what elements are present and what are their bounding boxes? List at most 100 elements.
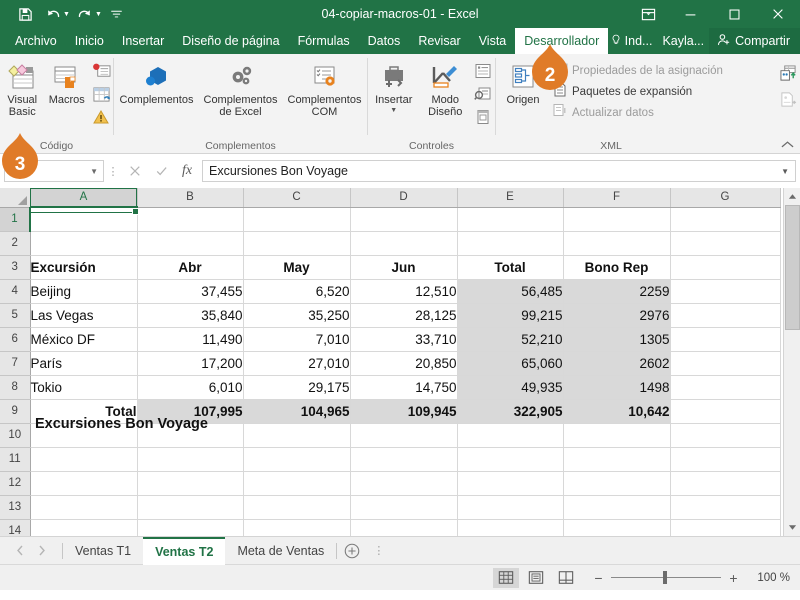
column-header-a[interactable]: A [30, 188, 138, 208]
cell-G9[interactable] [670, 399, 781, 424]
cell-G12[interactable] [670, 471, 781, 496]
insert-function-icon[interactable]: fx [174, 160, 200, 182]
cell-F12[interactable] [563, 471, 671, 496]
account-name[interactable]: Kayla... [657, 28, 709, 54]
cell-C7[interactable]: 27,010 [243, 351, 351, 376]
row-header-6[interactable]: 6 [0, 327, 31, 352]
cell-E4[interactable]: 56,485 [457, 279, 564, 304]
sheet-tab-ventas-t1[interactable]: Ventas T1 [63, 537, 144, 564]
tab-archivo[interactable]: Archivo [6, 28, 66, 54]
cell-B5[interactable]: 35,840 [137, 303, 244, 328]
cell-G10[interactable] [670, 423, 781, 448]
cell-B6[interactable]: 11,490 [137, 327, 244, 352]
vertical-scrollbar[interactable] [783, 188, 800, 536]
collapse-ribbon-icon[interactable] [781, 140, 794, 152]
cell-B4[interactable]: 37,455 [137, 279, 244, 304]
insertar-dropdown-icon[interactable]: ▼ [390, 107, 397, 114]
cell-D9[interactable]: 109,945 [350, 399, 458, 424]
cell-G3[interactable] [670, 255, 781, 280]
grabar-macro-icon[interactable] [89, 60, 113, 82]
complementos-button[interactable]: Complementos [115, 58, 199, 107]
column-header-f[interactable]: F [563, 188, 671, 208]
column-header-d[interactable]: D [350, 188, 458, 208]
cell-E6[interactable]: 52,210 [457, 327, 564, 352]
cell-F11[interactable] [563, 447, 671, 472]
referencias-relativas-icon[interactable] [89, 83, 113, 105]
cell-E9[interactable]: 322,905 [457, 399, 564, 424]
propiedades-icon[interactable] [471, 60, 495, 82]
tab-inicio[interactable]: Inicio [66, 28, 113, 54]
propiedades-asignacion-row[interactable]: Propiedades de la asignación [550, 60, 776, 81]
cell-G4[interactable] [670, 279, 781, 304]
cell-C3[interactable]: May [243, 255, 351, 280]
cell-D7[interactable]: 20,850 [350, 351, 458, 376]
row-header-3[interactable]: 3 [0, 255, 31, 280]
cell-F14[interactable] [563, 519, 671, 536]
cell-B7[interactable]: 17,200 [137, 351, 244, 376]
row-header-8[interactable]: 8 [0, 375, 31, 400]
row-header-5[interactable]: 5 [0, 303, 31, 328]
zoom-level-label[interactable]: 100 % [746, 572, 790, 584]
insertar-control-button[interactable]: Insertar ▼ [368, 58, 420, 114]
tab-insertar[interactable]: Insertar [113, 28, 173, 54]
cell-G6[interactable] [670, 327, 781, 352]
cell-A1[interactable] [30, 207, 138, 232]
cell-D2[interactable] [350, 231, 458, 256]
cell-A3[interactable]: Excursión [30, 255, 138, 280]
cell-C14[interactable] [243, 519, 351, 536]
tab-formulas[interactable]: Fórmulas [289, 28, 359, 54]
cell-C5[interactable]: 35,250 [243, 303, 351, 328]
cell-B14[interactable] [137, 519, 244, 536]
prev-sheet-icon[interactable] [10, 540, 30, 562]
cell-A11[interactable] [30, 447, 138, 472]
cell-G8[interactable] [670, 375, 781, 400]
ver-codigo-icon[interactable] [471, 83, 495, 105]
cell-E8[interactable]: 49,935 [457, 375, 564, 400]
complementos-com-button[interactable]: Complementos COM [283, 58, 367, 118]
cell-D14[interactable] [350, 519, 458, 536]
column-header-c[interactable]: C [243, 188, 351, 208]
sheet-tab-ventas-t2[interactable]: Ventas T2 [143, 536, 226, 565]
cell-G14[interactable] [670, 519, 781, 536]
formula-bar-expand-icon[interactable]: ▼ [781, 167, 789, 176]
page-break-view-icon[interactable] [553, 568, 579, 588]
minimize-icon[interactable] [668, 0, 712, 28]
sheet-bar-grip[interactable]: ⋮ [367, 544, 390, 557]
accept-icon[interactable] [148, 160, 174, 182]
cell-A13[interactable] [30, 495, 138, 520]
cell-G1[interactable] [670, 207, 781, 232]
zoom-out-button[interactable]: − [593, 570, 604, 586]
cell-B3[interactable]: Abr [137, 255, 244, 280]
name-box-dropdown-icon[interactable]: ▼ [90, 167, 101, 176]
undo-dropdown-icon[interactable]: ▼ [63, 11, 70, 18]
cell-B1[interactable] [137, 207, 244, 232]
cell-D13[interactable] [350, 495, 458, 520]
customize-qat-icon[interactable] [104, 2, 130, 26]
cell-F3[interactable]: Bono Rep [563, 255, 671, 280]
ejecutar-cuadro-dialogo-icon[interactable] [471, 106, 495, 128]
cell-G13[interactable] [670, 495, 781, 520]
cell-A4[interactable]: Beijing [30, 279, 138, 304]
cell-F4[interactable]: 2259 [563, 279, 671, 304]
cell-G2[interactable] [670, 231, 781, 256]
cell-E14[interactable] [457, 519, 564, 536]
redo-dropdown-icon[interactable]: ▼ [95, 11, 102, 18]
seguridad-macros-icon[interactable] [89, 106, 113, 128]
cell-F6[interactable]: 1305 [563, 327, 671, 352]
cell-E13[interactable] [457, 495, 564, 520]
modo-diseno-button[interactable]: Modo Diseño [420, 58, 472, 118]
cell-D4[interactable]: 12,510 [350, 279, 458, 304]
row-header-7[interactable]: 7 [0, 351, 31, 376]
macros-button[interactable]: Macros [45, 58, 90, 107]
cell-C6[interactable]: 7,010 [243, 327, 351, 352]
cell-F7[interactable]: 2602 [563, 351, 671, 376]
next-sheet-icon[interactable] [32, 540, 52, 562]
cell-C9[interactable]: 104,965 [243, 399, 351, 424]
scroll-up-icon[interactable] [784, 188, 800, 205]
cell-D10[interactable] [350, 423, 458, 448]
visual-basic-button[interactable]: Visual Basic [0, 58, 45, 118]
row-header-10[interactable]: 10 [0, 423, 31, 448]
cell-D11[interactable] [350, 447, 458, 472]
cell-C10[interactable] [243, 423, 351, 448]
zoom-slider-thumb[interactable] [663, 571, 667, 584]
